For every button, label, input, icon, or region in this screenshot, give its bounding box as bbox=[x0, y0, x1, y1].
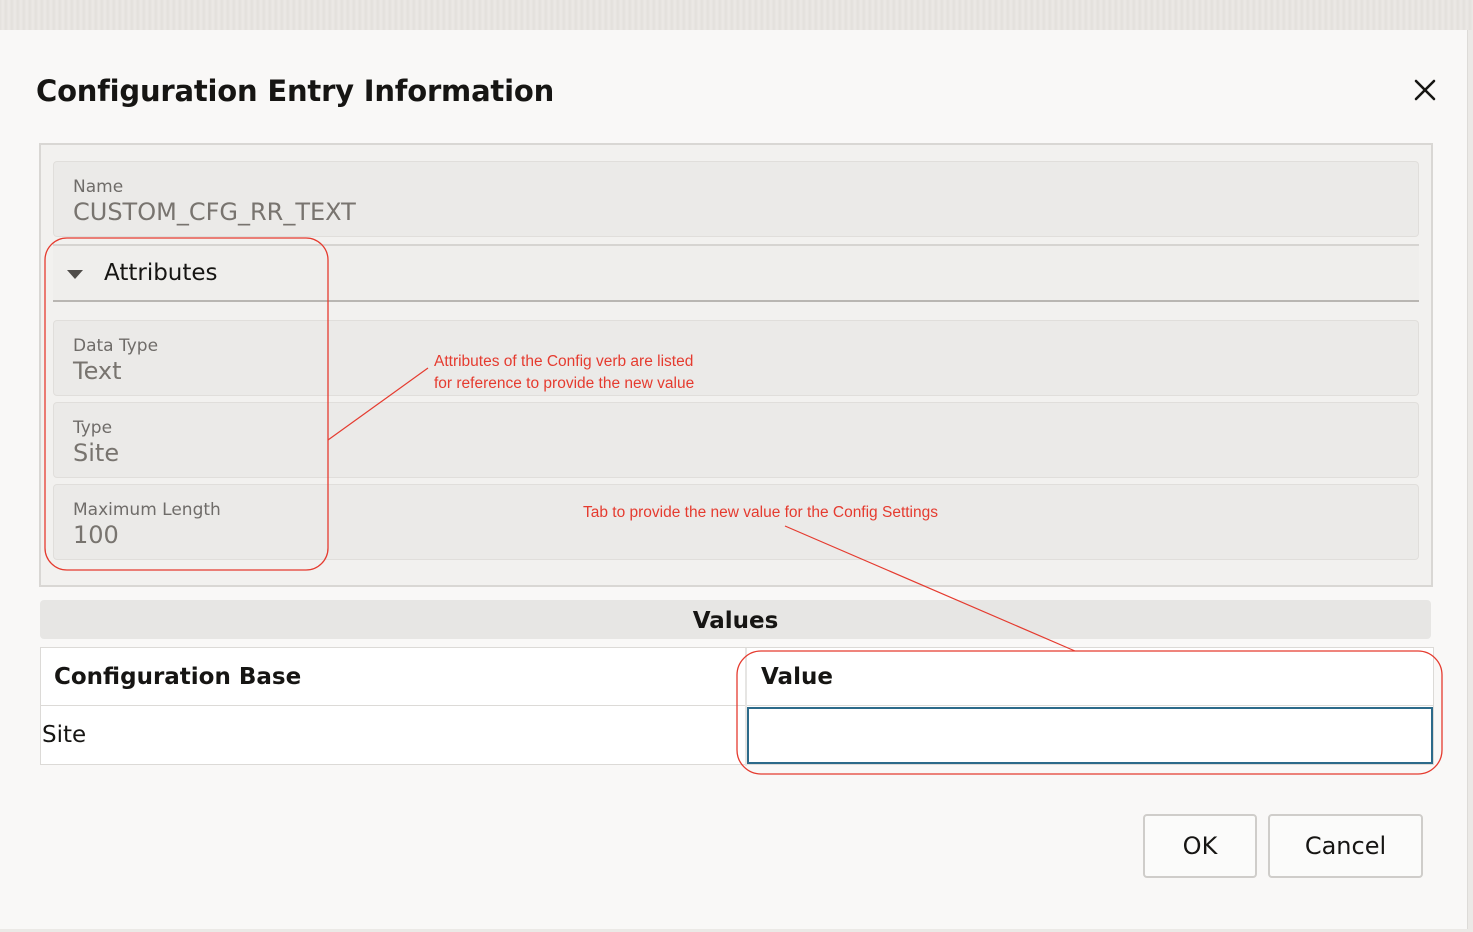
attributes-annotation-line2: for reference to provide the new value bbox=[434, 375, 695, 392]
type-field: Type Site bbox=[53, 402, 1419, 478]
value-input[interactable] bbox=[747, 707, 1433, 764]
ok-button[interactable]: OK bbox=[1143, 814, 1257, 878]
attributes-section-toggle[interactable]: Attributes bbox=[53, 244, 1419, 302]
cancel-button[interactable]: Cancel bbox=[1268, 814, 1423, 878]
page-backdrop bbox=[0, 0, 1473, 30]
attributes-header-label: Attributes bbox=[104, 260, 218, 286]
column-header-configuration-base: Configuration Base bbox=[54, 664, 302, 690]
type-value: Site bbox=[73, 439, 120, 467]
close-button[interactable] bbox=[1405, 70, 1445, 110]
maximum-length-value: 100 bbox=[73, 521, 119, 549]
caret-down-icon bbox=[67, 270, 83, 279]
name-label: Name bbox=[73, 177, 124, 197]
name-field: Name CUSTOM_CFG_RR_TEXT bbox=[53, 161, 1419, 237]
close-icon bbox=[1414, 79, 1436, 101]
data-type-field: Data Type Text bbox=[53, 320, 1419, 396]
configuration-base-cell: Site bbox=[42, 722, 87, 748]
name-value: CUSTOM_CFG_RR_TEXT bbox=[73, 198, 356, 226]
header-divider bbox=[41, 705, 1433, 706]
data-type-value: Text bbox=[73, 357, 122, 385]
values-table: Configuration Base Value Site bbox=[40, 647, 1434, 766]
dialog-title: Configuration Entry Information bbox=[36, 74, 555, 108]
attributes-annotation-line1: Attributes of the Config verb are listed bbox=[434, 353, 694, 370]
type-label: Type bbox=[73, 418, 113, 438]
data-type-label: Data Type bbox=[73, 336, 159, 356]
value-annotation: Tab to provide the new value for the Con… bbox=[583, 504, 938, 521]
values-section-header: Values bbox=[40, 600, 1431, 639]
column-header-value: Value bbox=[761, 664, 833, 690]
configuration-entry-dialog: Configuration Entry Information Name CUS… bbox=[0, 30, 1468, 929]
maximum-length-label: Maximum Length bbox=[73, 500, 221, 520]
